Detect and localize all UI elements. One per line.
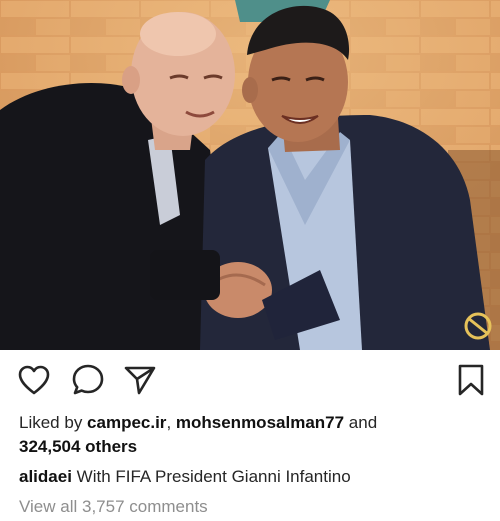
heart-icon[interactable] [16, 362, 52, 398]
post-photo[interactable] [0, 0, 500, 350]
likes-and: and [344, 413, 378, 432]
liker-link-1[interactable]: campec.ir [87, 413, 166, 432]
post-caption: alidaei With FIFA President Gianni Infan… [19, 465, 481, 489]
caption-username[interactable]: alidaei [19, 467, 72, 486]
likes-prefix: Liked by [19, 413, 88, 432]
instagram-post: Liked by campec.ir, mohsenmosalman77 and… [0, 0, 500, 521]
post-image [0, 0, 500, 350]
liker-link-2[interactable]: mohsenmosalman77 [176, 413, 344, 432]
action-bar [0, 362, 500, 402]
bookmark-icon[interactable] [453, 362, 489, 398]
likes-count-link[interactable]: 324,504 others [19, 437, 137, 456]
likes-separator: , [166, 413, 176, 432]
comment-icon[interactable] [70, 362, 106, 398]
paper-plane-icon[interactable] [122, 362, 158, 398]
likes-summary: Liked by campec.ir, mohsenmosalman77 and… [19, 411, 481, 459]
caption-text: With FIFA President Gianni Infantino [71, 467, 351, 486]
view-all-comments-link[interactable]: View all 3,757 comments [19, 495, 208, 519]
